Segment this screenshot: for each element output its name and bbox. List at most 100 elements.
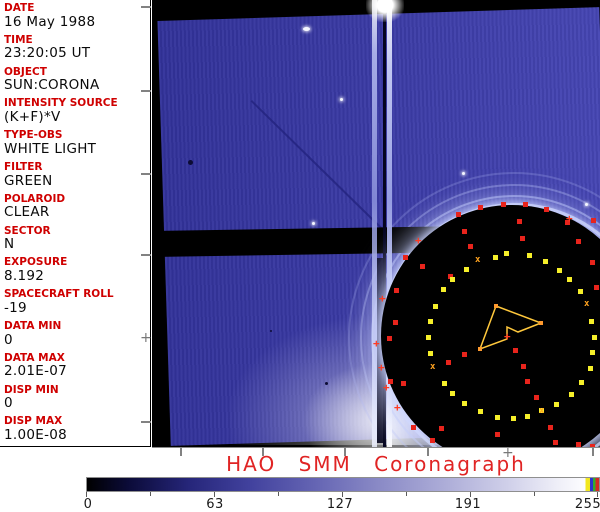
metadata-label: EXPOSURE <box>4 256 68 269</box>
metadata-label: SPACECRAFT ROLL <box>4 288 114 301</box>
polygon-vertex-dot <box>539 321 543 325</box>
metadata-label: SECTOR <box>4 224 51 237</box>
red-fiducial-dot <box>420 264 425 269</box>
frame-tick-bottom <box>427 448 429 456</box>
red-fiducial-dot <box>544 207 549 212</box>
red-cross-mark: + <box>504 330 511 343</box>
red-cross-mark: + <box>415 234 422 247</box>
metadata-entry: EXPOSURE 8.192 <box>4 257 149 283</box>
red-cross-mark: + <box>373 337 380 350</box>
yellow-fiducial-dot <box>495 415 500 420</box>
metadata-entry: INTENSITY SOURCE (K+F)*V <box>4 98 149 124</box>
yellow-fiducial-dot <box>592 335 597 340</box>
red-cross-mark: + <box>394 401 401 414</box>
colorbar-label: 63 <box>206 497 224 512</box>
red-fiducial-dot <box>387 336 392 341</box>
frame-cross-bottom: + <box>502 445 514 461</box>
metadata-label: TIME <box>4 33 33 46</box>
red-fiducial-dot <box>478 205 483 210</box>
metadata-value: SUN:CORONA <box>4 77 100 94</box>
white-speck <box>462 172 465 175</box>
metadata-entry: DISP MIN 0 <box>4 385 149 411</box>
red-fiducial-dot <box>393 320 398 325</box>
colorbar-label: 191 <box>454 497 482 512</box>
frame-tick-bottom <box>180 448 182 456</box>
yellow-fiducial-dot <box>567 277 572 282</box>
metadata-value: CLEAR <box>4 204 50 221</box>
red-fiducial-dot <box>548 425 553 430</box>
intensity-colorbar <box>86 477 600 492</box>
metadata-entry: TYPE-OBS WHITE LIGHT <box>4 130 149 156</box>
yellow-fiducial-dot <box>504 251 509 256</box>
yellow-fiducial-dot <box>441 287 446 292</box>
metadata-entry: OBJECT SUN:CORONA <box>4 67 149 93</box>
red-fiducial-dot <box>590 260 595 265</box>
colorbar-label: 0 <box>83 497 93 512</box>
frame-tick-left <box>141 90 151 92</box>
metadata-value: 16 May 1988 <box>4 13 96 30</box>
metadata-value: 0 <box>4 331 13 348</box>
red-fiducial-dot <box>576 239 581 244</box>
red-fiducial-dot <box>534 395 539 400</box>
red-fiducial-dot <box>495 432 500 437</box>
metadata-entry: POLAROID CLEAR <box>4 194 149 220</box>
red-fiducial-dot <box>430 438 435 443</box>
colorbar-label: 255 <box>574 497 600 512</box>
metadata-entry: DATA MAX 2.01E-07 <box>4 353 149 379</box>
yellow-fiducial-dot <box>450 391 455 396</box>
red-fiducial-dot <box>553 440 558 445</box>
yellow-fiducial-dot <box>426 335 431 340</box>
yellow-fiducial-dot <box>527 253 532 258</box>
red-cross-mark: + <box>383 381 390 394</box>
yellow-fiducial-dot <box>450 277 455 282</box>
metadata-entry: TIME 23:20:05 UT <box>4 35 149 61</box>
metadata-value: N <box>4 236 15 253</box>
red-fiducial-dot <box>456 212 461 217</box>
page-title: HAO SMM Coronagraph <box>226 452 526 476</box>
metadata-label: DISP MIN <box>4 383 59 396</box>
red-fiducial-dot <box>517 219 522 224</box>
frame-tick-left <box>141 6 151 8</box>
orange-x-mark: x <box>475 255 481 265</box>
metadata-label: DATA MIN <box>4 320 62 332</box>
metadata-entry: FILTER GREEN <box>4 162 149 188</box>
metadata-label: FILTER <box>4 161 43 173</box>
metadata-panel: DATE 16 May 1988 TIME 23:20:05 UT OBJECT SUN:… <box>0 0 151 447</box>
yellow-fiducial-dot <box>579 380 584 385</box>
yellow-fiducial-dot <box>525 414 530 419</box>
dark-speck <box>270 330 272 332</box>
red-fiducial-dot <box>525 379 530 384</box>
red-fiducial-dot <box>403 255 408 260</box>
coronagraph-image: + + + + + + + + x x x x <box>152 0 600 447</box>
white-speck <box>585 203 588 206</box>
metadata-value: 0 <box>4 395 13 412</box>
metadata-value: 23:20:05 UT <box>4 45 91 62</box>
metadata-value: 2.01E-07 <box>4 363 68 380</box>
metadata-label: OBJECT <box>4 65 47 78</box>
white-speck <box>303 27 310 31</box>
colorbar-minor-tick <box>278 492 279 496</box>
fiducial-overlay <box>478 305 544 351</box>
yellow-fiducial-dot <box>557 268 562 273</box>
metadata-entry: DATE 16 May 1988 <box>4 3 149 29</box>
dark-speck <box>188 160 193 165</box>
red-fiducial-dot <box>446 360 451 365</box>
metadata-value: GREEN <box>4 172 53 189</box>
metadata-label: TYPE-OBS <box>4 129 63 142</box>
yellow-fiducial-dot <box>464 267 469 272</box>
red-fiducial-dot <box>501 202 506 207</box>
metadata-label: INTENSITY SOURCE <box>4 97 118 110</box>
red-fiducial-dot <box>520 236 525 241</box>
orange-x-mark: x <box>584 299 590 309</box>
yellow-fiducial-dot <box>478 409 483 414</box>
orange-x-mark: x <box>539 406 545 416</box>
red-fiducial-dot <box>401 381 406 386</box>
metadata-entry: SECTOR N <box>4 226 149 252</box>
metadata-value: 1.00E-08 <box>4 426 68 443</box>
image-frame-line <box>152 447 600 448</box>
yellow-fiducial-dot <box>589 319 594 324</box>
frame-cross-left: + <box>140 330 152 346</box>
metadata-entry: SPACECRAFT ROLL -19 <box>4 289 149 315</box>
metadata-label: DATA MAX <box>4 351 65 364</box>
red-fiducial-dot <box>411 425 416 430</box>
